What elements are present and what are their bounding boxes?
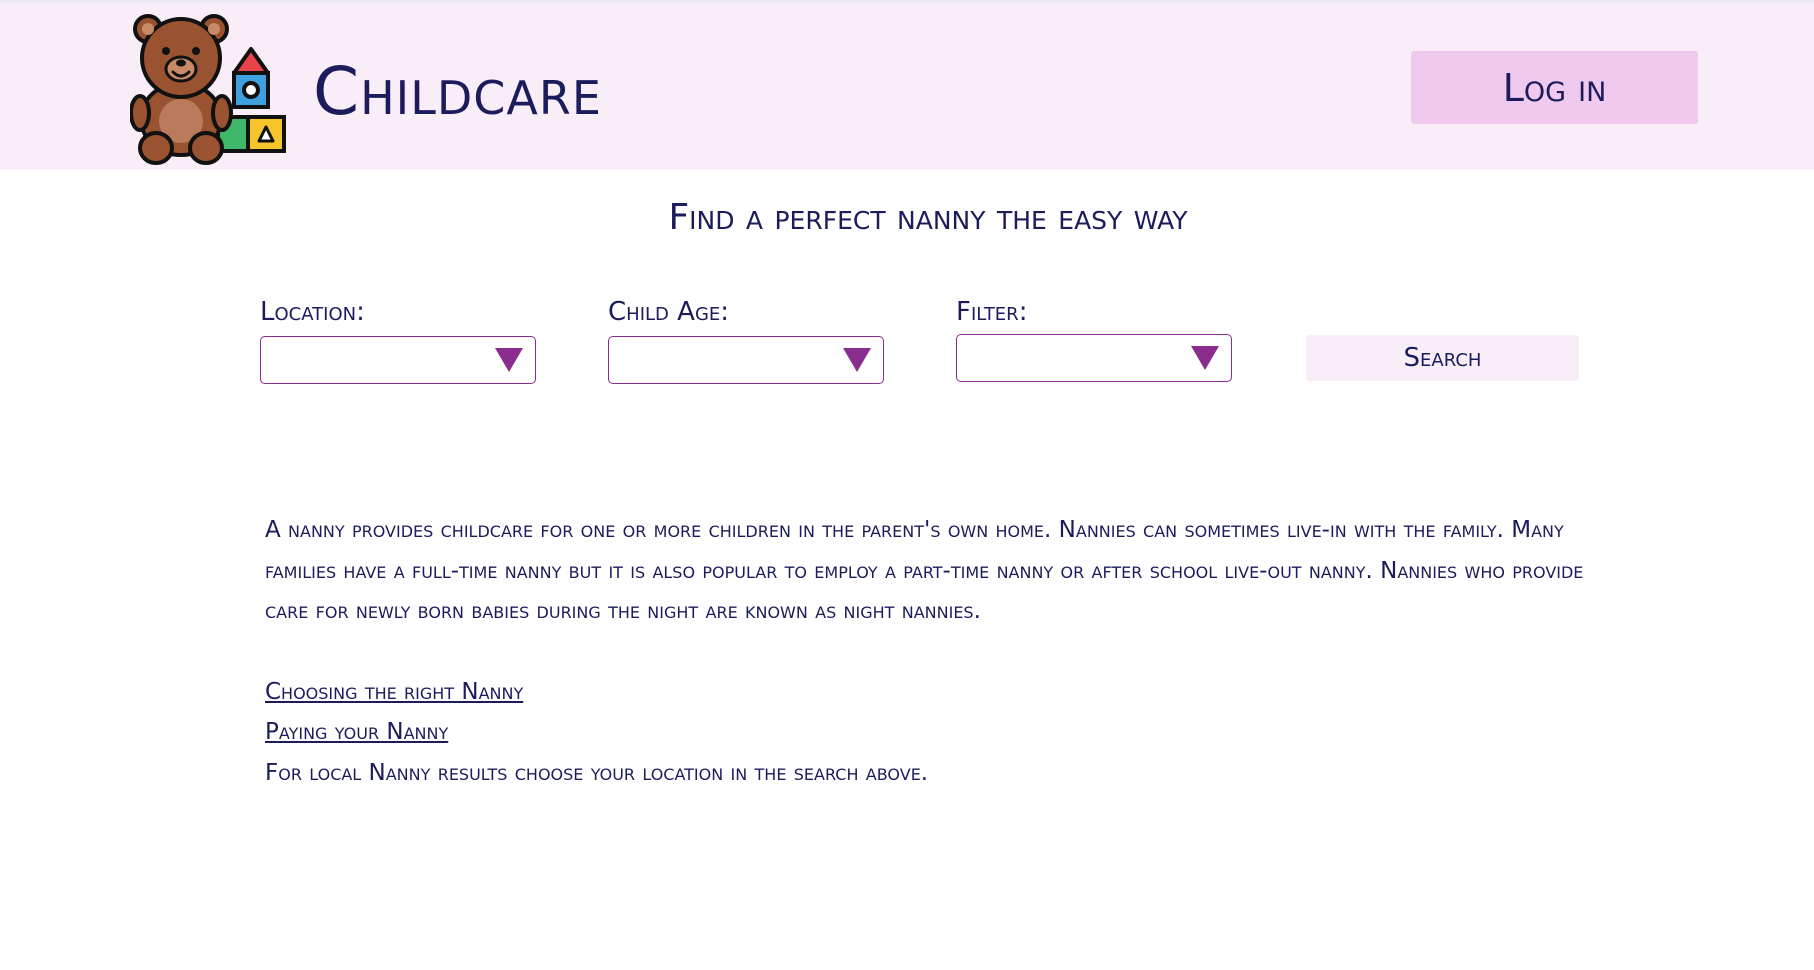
- login-button[interactable]: Log in: [1411, 51, 1698, 124]
- intro-paragraph: A nanny provides childcare for one or mo…: [265, 517, 1584, 624]
- chevron-down-icon[interactable]: [843, 348, 871, 372]
- teddy-bear-and-blocks-icon[interactable]: [130, 13, 290, 165]
- choosing-nanny-link[interactable]: Choosing the right Nanny: [265, 672, 1595, 713]
- info-links: Choosing the right Nanny Paying your Nan…: [265, 672, 1595, 794]
- child-age-label: Child Age:: [608, 297, 730, 327]
- chevron-down-icon[interactable]: [495, 348, 523, 372]
- local-results-note: For local Nanny results choose your loca…: [265, 759, 929, 786]
- filter-select[interactable]: [956, 334, 1232, 382]
- search-button[interactable]: Search: [1306, 335, 1579, 381]
- paying-nanny-link[interactable]: Paying your Nanny: [265, 712, 1595, 753]
- site-title[interactable]: Childcare: [313, 47, 602, 137]
- chevron-down-icon[interactable]: [1191, 346, 1219, 370]
- location-label: Location:: [260, 297, 365, 327]
- site-header: Childcare Log in: [0, 0, 1814, 170]
- location-select[interactable]: [260, 336, 536, 384]
- filter-label: Filter:: [956, 297, 1028, 327]
- content-section: A nanny provides childcare for one or mo…: [265, 510, 1595, 793]
- child-age-select[interactable]: [608, 336, 884, 384]
- page-heading: Find a perfect nanny the easy way: [668, 197, 1188, 238]
